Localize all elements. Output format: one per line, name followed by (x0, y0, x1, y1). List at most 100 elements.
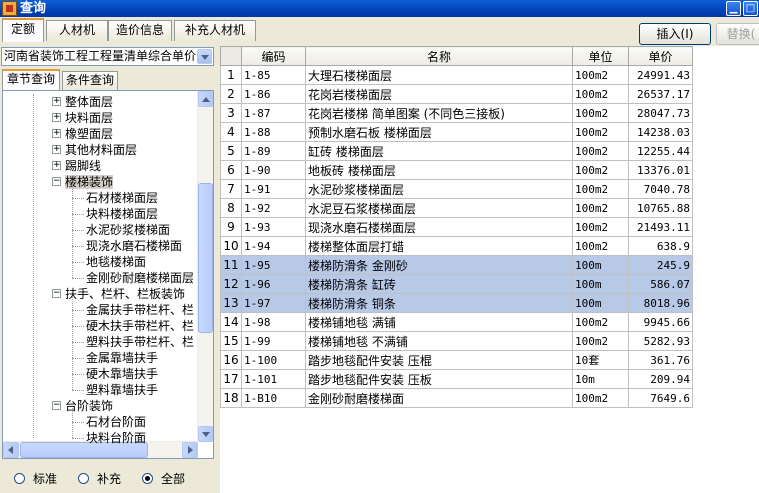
cell-unit[interactable]: 10m (572, 369, 629, 389)
cell-name[interactable]: 踏步地毯配件安装 压棍 (305, 350, 573, 370)
tree-item[interactable]: + 其他材料面层 (52, 142, 137, 158)
cell-price[interactable]: 12255.44 (628, 141, 693, 161)
row-number[interactable]: 3 (220, 103, 242, 123)
cell-unit[interactable]: 100m2 (572, 236, 629, 256)
cell-price[interactable]: 14238.03 (628, 122, 693, 142)
maximize-icon[interactable]: □ (743, 1, 758, 16)
cell-name[interactable]: 水泥砂浆楼梯面层 (305, 179, 573, 199)
tree-item[interactable]: 水泥砂浆楼梯面 (86, 222, 170, 238)
row-number[interactable]: 8 (220, 198, 242, 218)
radio-all[interactable]: 全部 (142, 471, 185, 487)
cell-code[interactable]: 1-87 (241, 103, 306, 123)
cell-name[interactable]: 楼梯铺地毯 满铺 (305, 312, 573, 332)
cell-unit[interactable]: 100m2 (572, 198, 629, 218)
table-row[interactable]: 14 1-98 楼梯铺地毯 满铺 100m2 9945.66 (220, 312, 693, 332)
column-header-unit[interactable]: 单位 (572, 46, 629, 66)
tree-item[interactable]: 硬木靠墙扶手 (86, 366, 158, 382)
tree-item[interactable]: 金属扶手带栏杆、栏 (86, 302, 194, 318)
tree-vertical-scrollbar[interactable] (197, 91, 213, 442)
cell-name[interactable]: 踏步地毯配件安装 压板 (305, 369, 573, 389)
collapse-icon[interactable]: − (52, 289, 61, 298)
tab-chapter-query[interactable]: 章节查询 (2, 69, 60, 90)
cell-name[interactable]: 楼梯防滑条 缸砖 (305, 274, 573, 294)
tree-item[interactable]: 金刚砂耐磨楼梯面层 (86, 270, 194, 286)
table-row[interactable]: 12 1-96 楼梯防滑条 缸砖 100m 586.07 (220, 274, 693, 294)
cell-price[interactable]: 9945.66 (628, 312, 693, 332)
cell-code[interactable]: 1-86 (241, 84, 306, 104)
tab-price-info[interactable]: 造价信息 (108, 20, 172, 41)
row-number[interactable]: 2 (220, 84, 242, 104)
tree-item[interactable]: 块料楼梯面层 (86, 206, 158, 222)
table-row[interactable]: 17 1-101 踏步地毯配件安装 压板 10m 209.94 (220, 369, 693, 389)
tree-item[interactable]: 塑料靠墙扶手 (86, 382, 158, 398)
scroll-down-icon[interactable] (198, 426, 213, 442)
expand-icon[interactable]: + (52, 129, 61, 138)
cell-price[interactable]: 28047.73 (628, 103, 693, 123)
cell-price[interactable]: 21493.11 (628, 217, 693, 237)
cell-name[interactable]: 花岗岩楼梯面层 (305, 84, 573, 104)
radio-supplement[interactable]: 补充 (78, 471, 121, 487)
row-number[interactable]: 11 (220, 255, 242, 275)
cell-name[interactable]: 大理石楼梯面层 (305, 65, 573, 85)
cell-code[interactable]: 1-94 (241, 236, 306, 256)
cell-unit[interactable]: 100m2 (572, 179, 629, 199)
table-row[interactable]: 18 1-B10 金刚砂耐磨楼梯面 100m2 7649.6 (220, 388, 693, 408)
row-number[interactable]: 18 (220, 388, 242, 408)
column-header-name[interactable]: 名称 (305, 46, 573, 66)
row-number[interactable]: 6 (220, 160, 242, 180)
cell-code[interactable]: 1-90 (241, 160, 306, 180)
cell-price[interactable]: 5282.93 (628, 331, 693, 351)
cell-code[interactable]: 1-93 (241, 217, 306, 237)
cell-name[interactable]: 花岗岩楼梯 简单图案 (不同色三接板) (305, 103, 573, 123)
row-number[interactable]: 4 (220, 122, 242, 142)
row-number[interactable]: 10 (220, 236, 242, 256)
tab-condition-query[interactable]: 条件查询 (62, 71, 118, 90)
cell-unit[interactable]: 100m2 (572, 331, 629, 351)
cell-code[interactable]: 1-101 (241, 369, 306, 389)
tree-item[interactable]: 硬木扶手带栏杆、栏 (86, 318, 194, 334)
tree-item[interactable]: 石材楼梯面层 (86, 190, 158, 206)
cell-code[interactable]: 1-B10 (241, 388, 306, 408)
cell-code[interactable]: 1-95 (241, 255, 306, 275)
cell-unit[interactable]: 100m2 (572, 141, 629, 161)
cell-unit[interactable]: 100m2 (572, 65, 629, 85)
table-row[interactable]: 4 1-88 预制水磨石板 楼梯面层 100m2 14238.03 (220, 122, 693, 142)
cell-name[interactable]: 楼梯整体面层打蜡 (305, 236, 573, 256)
tree-item[interactable]: 石材台阶面 (86, 414, 146, 430)
cell-name[interactable]: 水泥豆石浆楼梯面层 (305, 198, 573, 218)
row-number[interactable]: 14 (220, 312, 242, 332)
table-row[interactable]: 15 1-99 楼梯铺地毯 不满铺 100m2 5282.93 (220, 331, 693, 351)
cell-code[interactable]: 1-85 (241, 65, 306, 85)
cell-code[interactable]: 1-88 (241, 122, 306, 142)
cell-name[interactable]: 楼梯防滑条 金刚砂 (305, 255, 573, 275)
tab-supplement-material[interactable]: 补充人材机 (174, 20, 256, 41)
scroll-right-icon[interactable] (182, 442, 198, 458)
radio-dot-icon[interactable] (142, 473, 153, 484)
cell-name[interactable]: 地板砖 楼梯面层 (305, 160, 573, 180)
cell-price[interactable]: 10765.88 (628, 198, 693, 218)
cell-unit[interactable]: 100m2 (572, 122, 629, 142)
tree-item[interactable]: 塑料扶手带栏杆、栏 (86, 334, 194, 350)
tree-item[interactable]: + 踢脚线 (52, 158, 101, 174)
scroll-up-icon[interactable] (198, 91, 213, 107)
tree-item[interactable]: + 块料面层 (52, 110, 113, 126)
row-number[interactable]: 13 (220, 293, 242, 313)
tab-quota[interactable]: 定额 (2, 18, 44, 42)
column-header-code[interactable]: 编码 (241, 46, 306, 66)
radio-standard[interactable]: 标准 (14, 471, 57, 487)
cell-unit[interactable]: 100m (572, 293, 629, 313)
cell-unit[interactable]: 100m2 (572, 103, 629, 123)
tree-item[interactable]: 地毯楼梯面 (86, 254, 146, 270)
cell-code[interactable]: 1-89 (241, 141, 306, 161)
cell-price[interactable]: 209.94 (628, 369, 693, 389)
row-number[interactable]: 1 (220, 65, 242, 85)
cell-name[interactable]: 金刚砂耐磨楼梯面 (305, 388, 573, 408)
cell-price[interactable]: 13376.01 (628, 160, 693, 180)
table-row[interactable]: 5 1-89 缸砖 楼梯面层 100m2 12255.44 (220, 141, 693, 161)
tree-item[interactable]: 块料台阶面 (86, 430, 146, 446)
column-header-price[interactable]: 单价 (628, 46, 693, 66)
row-number[interactable]: 5 (220, 141, 242, 161)
tree-item[interactable]: 金属靠墙扶手 (86, 350, 158, 366)
table-row[interactable]: 6 1-90 地板砖 楼梯面层 100m2 13376.01 (220, 160, 693, 180)
row-number[interactable]: 15 (220, 331, 242, 351)
